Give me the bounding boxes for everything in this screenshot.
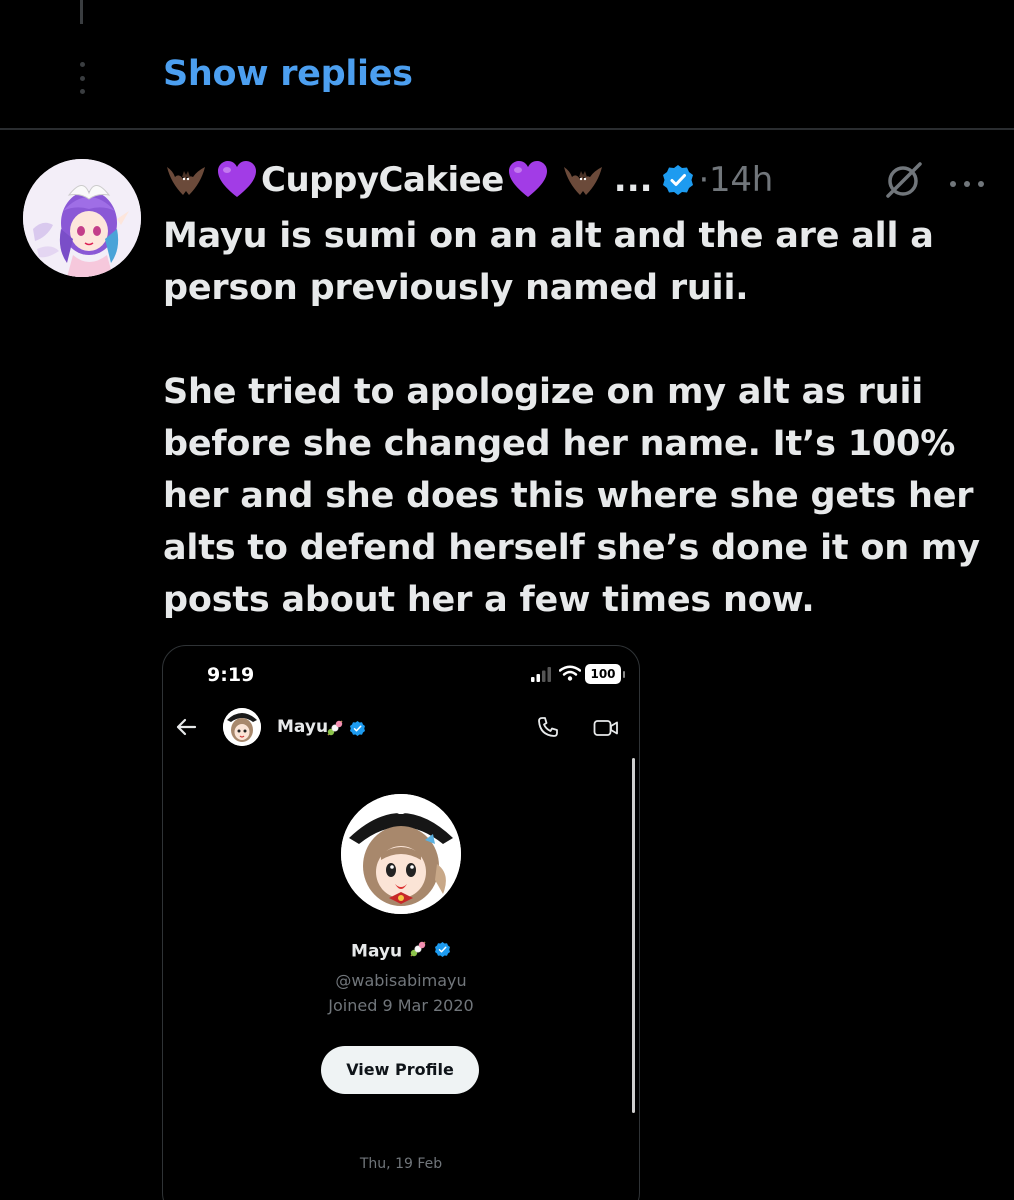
name-truncation: ...	[613, 160, 653, 200]
dango-emoji-icon	[408, 939, 428, 964]
phone-call-icon[interactable]	[537, 716, 559, 738]
verified-badge-icon	[661, 163, 695, 197]
grok-icon[interactable]	[882, 158, 926, 202]
video-call-icon[interactable]	[593, 718, 619, 738]
verified-badge-icon	[434, 941, 451, 963]
tweet-paragraph: Mayu is sumi on an alt and the are all a…	[163, 216, 946, 308]
verified-badge-icon	[349, 720, 366, 737]
tweet-media-image[interactable]: 9:19 100 Mayu Mayu @wabisabimayu Joined …	[162, 645, 640, 1200]
thread-connector-line	[80, 0, 83, 24]
purple-heart-emoji-icon	[215, 158, 259, 202]
signal-icon	[531, 666, 553, 682]
chat-date-separator: Thu, 19 Feb	[359, 1156, 443, 1172]
view-profile-button[interactable]: View Profile	[321, 1046, 479, 1094]
timestamp[interactable]: 14h	[709, 160, 773, 200]
profile-handle: @wabisabimayu	[335, 971, 467, 990]
bat-emoji-icon	[163, 157, 209, 203]
show-replies-link[interactable]: Show replies	[163, 54, 413, 94]
tweet-text: Mayu is sumi on an alt and the are all a…	[163, 210, 993, 626]
profile-avatar[interactable]	[341, 794, 461, 914]
profile-name-row: Mayu	[163, 939, 639, 964]
battery-icon: 100	[585, 664, 625, 684]
profile-name: Mayu	[351, 941, 403, 962]
chat-avatar[interactable]	[223, 708, 261, 746]
divider	[0, 128, 1014, 130]
tweet-paragraph: She tried to apologize on my alt as ruii…	[163, 372, 992, 620]
back-arrow-icon[interactable]	[175, 716, 197, 738]
author-avatar[interactable]	[23, 159, 141, 277]
bat-emoji-icon	[560, 157, 606, 203]
chat-contact-name[interactable]: Mayu	[277, 717, 328, 737]
dango-emoji-icon	[325, 718, 345, 738]
more-dots-icon[interactable]	[947, 174, 987, 187]
tweet-header: CuppyCakiee ... · 14h	[163, 153, 773, 207]
status-time: 9:19	[207, 664, 255, 686]
status-bar: 9:19 100	[163, 646, 639, 706]
purple-heart-emoji-icon	[506, 158, 550, 202]
timestamp-separator: ·	[698, 160, 710, 200]
author-display-name[interactable]: CuppyCakiee	[261, 160, 504, 200]
wifi-icon	[558, 665, 582, 681]
thread-dots-icon	[76, 62, 88, 94]
profile-joined-date: Joined 9 Mar 2020	[328, 996, 474, 1015]
scrollbar[interactable]	[632, 758, 635, 1113]
